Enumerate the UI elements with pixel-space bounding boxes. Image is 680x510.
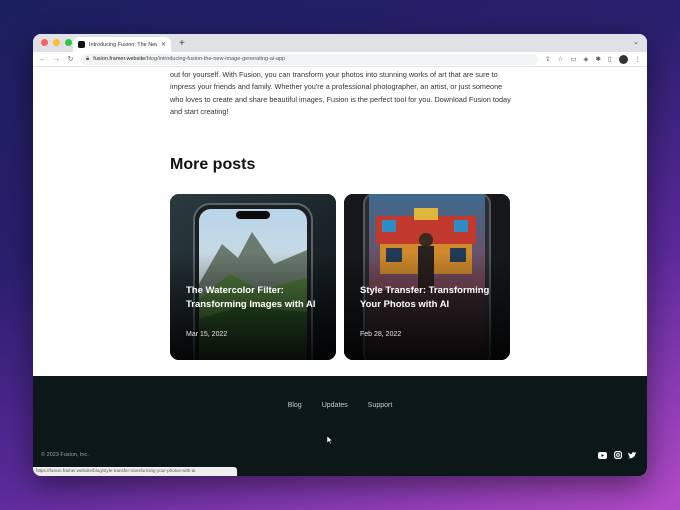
link-status-bar: https://fusion.framer.website/blog/style… bbox=[33, 467, 237, 476]
back-arrow-icon[interactable]: ← bbox=[39, 56, 46, 63]
mouse-cursor-icon bbox=[327, 436, 333, 444]
tab-search-chevron-icon[interactable]: ⌄ bbox=[633, 38, 639, 46]
tab-active[interactable]: Introducing Fusion: The New I ✕ bbox=[73, 37, 171, 52]
footer-nav: Blog Updates Support bbox=[33, 402, 647, 409]
url-text: fusion.framer.website/blog/introducing-f… bbox=[93, 56, 285, 62]
window-controls bbox=[41, 39, 72, 46]
address-bar[interactable]: 🔒︎ fusion.framer.website/blog/introducin… bbox=[81, 53, 539, 65]
puzzle-icon[interactable]: ✱ bbox=[595, 55, 600, 63]
tab-close-icon[interactable]: ✕ bbox=[161, 41, 166, 48]
page-content: out for yourself. With Fusion, you can t… bbox=[33, 67, 647, 476]
footer-copyright: © 2023 Fusion, Inc. bbox=[41, 452, 89, 458]
url-path: /blog/introducing-fusion-the-new-image-g… bbox=[145, 56, 286, 62]
tab-title: Introducing Fusion: The New I bbox=[89, 41, 157, 48]
minimize-window-button[interactable] bbox=[53, 39, 60, 46]
lock-icon[interactable]: 🔒︎ bbox=[86, 56, 89, 63]
footer-link-blog[interactable]: Blog bbox=[288, 402, 302, 409]
url-domain: fusion.framer.website bbox=[93, 56, 146, 62]
post-title[interactable]: The Watercolor Filter: Transforming Imag… bbox=[186, 284, 326, 312]
share-icon[interactable]: ⇪ bbox=[545, 55, 550, 63]
reload-icon[interactable]: ↻ bbox=[67, 55, 74, 63]
bookmark-star-icon[interactable]: ☆ bbox=[557, 55, 563, 63]
new-tab-button[interactable]: + bbox=[179, 37, 185, 51]
maximize-window-button[interactable] bbox=[65, 39, 72, 46]
extension-icon[interactable]: ◈ bbox=[583, 55, 588, 63]
close-window-button[interactable] bbox=[41, 39, 48, 46]
twitter-icon[interactable] bbox=[628, 451, 637, 459]
footer-link-support[interactable]: Support bbox=[368, 402, 393, 409]
post-title[interactable]: Style Transfer: Transforming Your Photos… bbox=[360, 284, 500, 312]
site-favicon-icon bbox=[78, 41, 85, 48]
post-card-watercolor[interactable]: The Watercolor Filter: Transforming Imag… bbox=[170, 194, 336, 360]
article-intro-text: out for yourself. With Fusion, you can t… bbox=[170, 70, 511, 117]
post-date: Feb 28, 2022 bbox=[360, 331, 402, 338]
post-date: Mar 15, 2022 bbox=[186, 331, 228, 338]
more-posts-heading: More posts bbox=[170, 156, 256, 173]
browser-window: Introducing Fusion: The New I ✕ + ⌄ ← → … bbox=[33, 34, 647, 476]
site-footer: Blog Updates Support © 2023 Fusion, Inc. bbox=[33, 376, 647, 476]
toolbar-actions: ⇪ ☆ ▭ ◈ ✱ ▯ ⋮ bbox=[545, 54, 642, 64]
footer-social-links bbox=[598, 451, 637, 459]
cast-icon[interactable]: ▭ bbox=[570, 55, 576, 63]
forward-arrow-icon[interactable]: → bbox=[53, 56, 60, 63]
post-card-style-transfer[interactable]: Style Transfer: Transforming Your Photos… bbox=[344, 194, 510, 360]
instagram-icon[interactable] bbox=[613, 451, 622, 459]
browser-toolbar: ← → ↻ 🔒︎ fusion.framer.website/blog/intr… bbox=[33, 52, 647, 67]
profile-avatar[interactable] bbox=[618, 54, 628, 64]
sidebar-icon[interactable]: ▯ bbox=[608, 55, 612, 63]
footer-link-updates[interactable]: Updates bbox=[322, 402, 348, 409]
tab-strip: Introducing Fusion: The New I ✕ + ⌄ bbox=[33, 34, 647, 52]
kebab-menu-icon[interactable]: ⋮ bbox=[635, 55, 642, 63]
youtube-icon[interactable] bbox=[598, 451, 607, 459]
